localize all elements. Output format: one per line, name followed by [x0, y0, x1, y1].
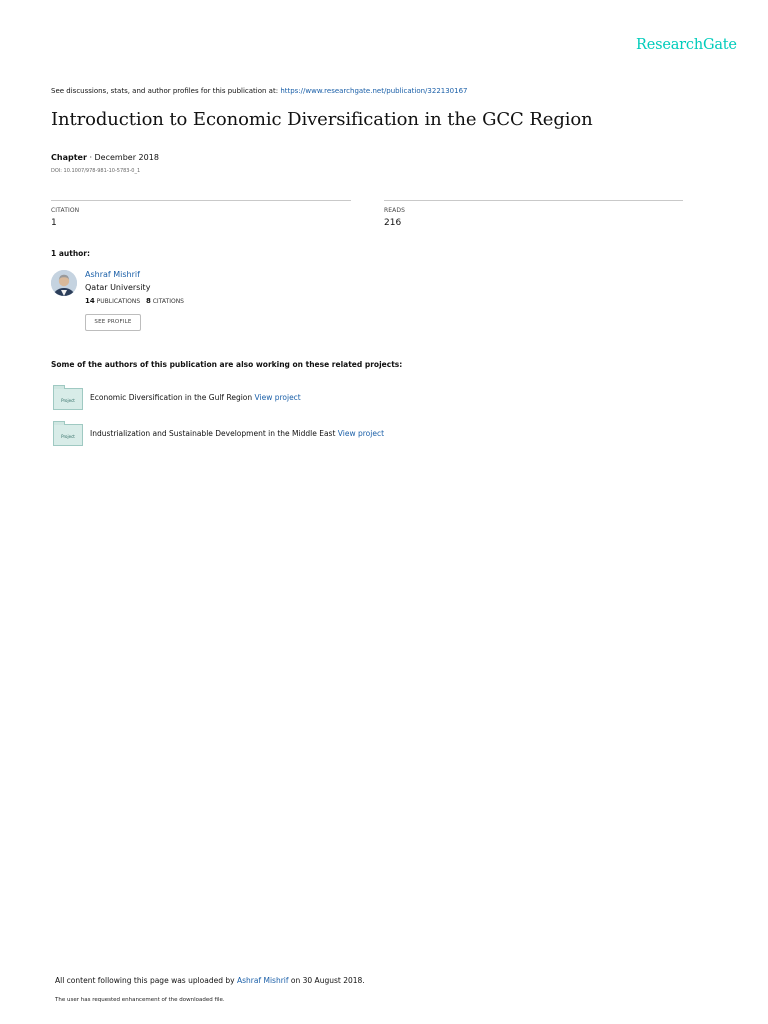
author-photo-icon: [51, 270, 77, 296]
author-affiliation: Qatar University: [85, 283, 151, 292]
publication-doi: DOI: 10.1007/978-981-10-5783-0_1: [51, 168, 141, 174]
researchgate-logo[interactable]: ResearchGate: [636, 37, 737, 53]
reads-label: READS: [384, 207, 405, 214]
publication-url-link[interactable]: https://www.researchgate.net/publication…: [280, 87, 467, 95]
author-name-link[interactable]: Ashraf Mishrif: [85, 270, 140, 279]
citation-divider: [51, 200, 351, 201]
project-item: Economic Diversification in the Gulf Reg…: [90, 393, 301, 402]
authors-heading: 1 author:: [51, 249, 91, 258]
publication-title: Introduction to Economic Diversification…: [51, 109, 593, 130]
project-icon-label: Project: [61, 398, 75, 403]
citation-label: CITATION: [51, 207, 80, 214]
project-folder-icon[interactable]: Project: [53, 421, 83, 446]
view-project-link[interactable]: View project: [338, 429, 384, 438]
related-projects-heading: Some of the authors of this publication …: [51, 360, 403, 369]
uploader-link[interactable]: Ashraf Mishrif: [237, 976, 289, 985]
enhancement-note: The user has requested enhancement of th…: [55, 997, 225, 1003]
upload-date: on 30 August 2018.: [290, 976, 365, 985]
view-project-link[interactable]: View project: [255, 393, 301, 402]
reads-divider: [384, 200, 683, 201]
author-avatar[interactable]: [51, 270, 77, 296]
author-counts: 14 PUBLICATIONS 8 CITATIONS: [85, 297, 184, 305]
project-folder-tab: [53, 385, 65, 389]
project-icon-label: Project: [61, 434, 75, 439]
project-title: Economic Diversification in the Gulf Reg…: [90, 393, 253, 402]
project-folder-icon[interactable]: Project: [53, 385, 83, 410]
publication-meta: Chapter · December 2018: [51, 153, 159, 162]
see-profile-button[interactable]: SEE PROFILE: [85, 314, 141, 331]
citation-count: 1: [51, 218, 57, 228]
reads-count: 216: [384, 218, 402, 228]
publication-type: Chapter: [51, 153, 87, 162]
upload-prefix: All content following this page was uplo…: [55, 976, 235, 985]
author-publications-label: PUBLICATIONS: [96, 298, 141, 305]
author-publications-count: 14: [85, 297, 95, 305]
project-folder-tab: [53, 421, 65, 425]
project-title: Industrialization and Sustainable Develo…: [90, 429, 336, 438]
author-citations-label: CITATIONS: [152, 298, 184, 305]
publication-date: · December 2018: [89, 153, 159, 162]
discussion-prefix: See discussions, stats, and author profi…: [51, 87, 279, 95]
project-item: Industrialization and Sustainable Develo…: [90, 429, 384, 438]
author-citations-count: 8: [145, 297, 151, 305]
discussion-line: See discussions, stats, and author profi…: [51, 87, 468, 95]
upload-note: All content following this page was uplo…: [55, 976, 365, 985]
